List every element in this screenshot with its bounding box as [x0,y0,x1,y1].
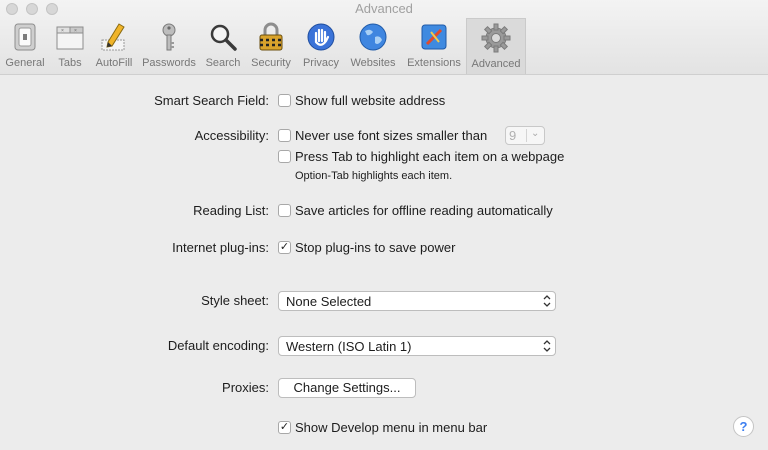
chevron-down-icon: ⌄ [531,128,540,139]
window-titlebar: Advanced General × × Tabs AutoFill Passw… [0,0,768,75]
tab-websites[interactable]: Websites [347,18,399,72]
style-sheet-label: Style sheet: [201,293,269,308]
row-tab-highlight: Press Tab to highlight each item on a we… [0,147,768,167]
reading-list-label: Reading List: [193,203,269,218]
tab-passwords[interactable]: Passwords [140,18,198,72]
change-settings-button[interactable]: Change Settings... [278,378,416,398]
encoding-popup[interactable]: Western (ISO Latin 1) [278,336,556,356]
tab-privacy[interactable]: Privacy [299,18,343,72]
row-encoding: Default encoding: Western (ISO Latin 1) [0,336,768,356]
develop-menu-text[interactable]: Show Develop menu in menu bar [295,420,487,435]
autofill-pencil-icon [97,20,131,54]
encoding-value: Western (ISO Latin 1) [286,339,412,354]
stop-plugins-checkbox[interactable]: ✓ [278,241,291,254]
select-divider [526,129,527,142]
proxies-label: Proxies: [222,380,269,395]
develop-menu-checkbox[interactable]: ✓ [278,421,291,434]
row-smart-search: Smart Search Field: Show full website ad… [0,91,768,111]
row-accessibility: Accessibility: Never use font sizes smal… [0,126,768,146]
min-font-size-checkbox[interactable] [278,129,291,142]
tab-advanced[interactable]: Advanced [466,18,526,74]
row-reading-list: Reading List: Save articles for offline … [0,201,768,221]
tab-general[interactable]: General [3,18,47,72]
show-full-address-text[interactable]: Show full website address [295,93,445,108]
stop-plugins-text[interactable]: Stop plug-ins to save power [295,240,455,255]
tab-search[interactable]: Search [202,18,244,72]
hand-icon [304,20,338,54]
accessibility-label: Accessibility: [194,128,269,143]
globe-icon [356,20,390,54]
up-down-arrows-icon [543,295,551,307]
encoding-label: Default encoding: [167,338,269,353]
row-plugins: Internet plug-ins: ✓ Stop plug-ins to sa… [0,238,768,258]
gear-icon [479,21,513,55]
tab-security[interactable]: Security [248,18,294,72]
style-sheet-value: None Selected [286,294,372,309]
window-title: Advanced [355,1,413,16]
svg-text:×: × [61,28,64,34]
save-offline-checkbox[interactable] [278,204,291,217]
magnifier-icon [206,20,240,54]
general-switch-icon [8,20,42,54]
option-tab-note: Option-Tab highlights each item. [295,170,453,182]
min-font-size-value: 9 [509,128,517,143]
padlock-icon [254,20,288,54]
tab-tabs[interactable]: × × Tabs [52,18,88,72]
min-font-size-select[interactable]: 9 ⌄ [505,126,545,145]
plugins-label: Internet plug-ins: [172,240,269,255]
smart-search-label: Smart Search Field: [154,93,269,108]
row-style-sheet: Style sheet: None Selected [0,291,768,311]
min-font-size-text[interactable]: Never use font sizes smaller than [295,128,487,143]
row-develop: ✓ Show Develop menu in menu bar [0,418,768,438]
save-offline-text[interactable]: Save articles for offline reading automa… [295,203,553,218]
tab-highlight-text[interactable]: Press Tab to highlight each item on a we… [295,149,564,164]
tabs-icon: × × [53,20,87,54]
tab-highlight-checkbox[interactable] [278,150,291,163]
row-tab-note: Option-Tab highlights each item. [0,167,768,187]
svg-text:×: × [74,28,77,34]
tab-autofill[interactable]: AutoFill [92,18,136,72]
help-button[interactable]: ? [733,416,754,437]
show-full-address-checkbox[interactable] [278,94,291,107]
style-sheet-popup[interactable]: None Selected [278,291,556,311]
puzzle-icon [417,20,451,54]
up-down-arrows-icon [543,340,551,352]
row-proxies: Proxies: Change Settings... [0,378,768,398]
key-icon [152,20,186,54]
tab-extensions[interactable]: Extensions [404,18,464,72]
